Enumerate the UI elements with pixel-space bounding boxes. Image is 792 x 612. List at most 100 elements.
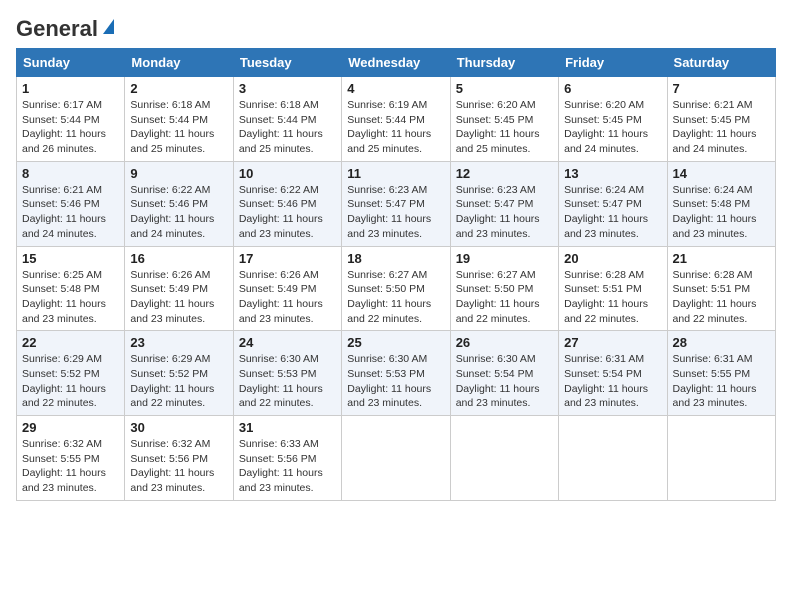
day-number: 24 bbox=[239, 335, 336, 350]
calendar-day-cell: 26 Sunrise: 6:30 AM Sunset: 5:54 PM Dayl… bbox=[450, 331, 558, 416]
calendar-day-cell: 13 Sunrise: 6:24 AM Sunset: 5:47 PM Dayl… bbox=[559, 161, 667, 246]
day-number: 18 bbox=[347, 251, 444, 266]
calendar-day-cell: 30 Sunrise: 6:32 AM Sunset: 5:56 PM Dayl… bbox=[125, 416, 233, 501]
calendar-day-cell: 12 Sunrise: 6:23 AM Sunset: 5:47 PM Dayl… bbox=[450, 161, 558, 246]
calendar-day-cell: 27 Sunrise: 6:31 AM Sunset: 5:54 PM Dayl… bbox=[559, 331, 667, 416]
calendar-day-cell: 18 Sunrise: 6:27 AM Sunset: 5:50 PM Dayl… bbox=[342, 246, 450, 331]
calendar-week-row: 15 Sunrise: 6:25 AM Sunset: 5:48 PM Dayl… bbox=[17, 246, 776, 331]
day-info: Sunrise: 6:17 AM Sunset: 5:44 PM Dayligh… bbox=[22, 98, 119, 157]
day-info: Sunrise: 6:22 AM Sunset: 5:46 PM Dayligh… bbox=[130, 183, 227, 242]
calendar-day-header: Tuesday bbox=[233, 49, 341, 77]
calendar-day-cell: 4 Sunrise: 6:19 AM Sunset: 5:44 PM Dayli… bbox=[342, 77, 450, 162]
calendar-day-cell: 14 Sunrise: 6:24 AM Sunset: 5:48 PM Dayl… bbox=[667, 161, 775, 246]
calendar-day-cell: 7 Sunrise: 6:21 AM Sunset: 5:45 PM Dayli… bbox=[667, 77, 775, 162]
day-info: Sunrise: 6:20 AM Sunset: 5:45 PM Dayligh… bbox=[564, 98, 661, 157]
calendar-day-cell: 31 Sunrise: 6:33 AM Sunset: 5:56 PM Dayl… bbox=[233, 416, 341, 501]
day-number: 15 bbox=[22, 251, 119, 266]
day-info: Sunrise: 6:30 AM Sunset: 5:53 PM Dayligh… bbox=[347, 352, 444, 411]
day-number: 9 bbox=[130, 166, 227, 181]
day-info: Sunrise: 6:26 AM Sunset: 5:49 PM Dayligh… bbox=[239, 268, 336, 327]
calendar-week-row: 8 Sunrise: 6:21 AM Sunset: 5:46 PM Dayli… bbox=[17, 161, 776, 246]
day-info: Sunrise: 6:18 AM Sunset: 5:44 PM Dayligh… bbox=[130, 98, 227, 157]
day-number: 4 bbox=[347, 81, 444, 96]
calendar-day-cell: 5 Sunrise: 6:20 AM Sunset: 5:45 PM Dayli… bbox=[450, 77, 558, 162]
day-info: Sunrise: 6:32 AM Sunset: 5:56 PM Dayligh… bbox=[130, 437, 227, 496]
day-info: Sunrise: 6:27 AM Sunset: 5:50 PM Dayligh… bbox=[456, 268, 553, 327]
calendar-body: 1 Sunrise: 6:17 AM Sunset: 5:44 PM Dayli… bbox=[17, 77, 776, 501]
calendar-day-cell: 16 Sunrise: 6:26 AM Sunset: 5:49 PM Dayl… bbox=[125, 246, 233, 331]
calendar-day-cell: 9 Sunrise: 6:22 AM Sunset: 5:46 PM Dayli… bbox=[125, 161, 233, 246]
calendar-day-header: Thursday bbox=[450, 49, 558, 77]
day-info: Sunrise: 6:32 AM Sunset: 5:55 PM Dayligh… bbox=[22, 437, 119, 496]
day-number: 26 bbox=[456, 335, 553, 350]
day-number: 8 bbox=[22, 166, 119, 181]
day-info: Sunrise: 6:24 AM Sunset: 5:48 PM Dayligh… bbox=[673, 183, 770, 242]
day-number: 6 bbox=[564, 81, 661, 96]
day-number: 13 bbox=[564, 166, 661, 181]
day-info: Sunrise: 6:25 AM Sunset: 5:48 PM Dayligh… bbox=[22, 268, 119, 327]
calendar-day-cell: 20 Sunrise: 6:28 AM Sunset: 5:51 PM Dayl… bbox=[559, 246, 667, 331]
day-info: Sunrise: 6:18 AM Sunset: 5:44 PM Dayligh… bbox=[239, 98, 336, 157]
day-number: 12 bbox=[456, 166, 553, 181]
day-info: Sunrise: 6:19 AM Sunset: 5:44 PM Dayligh… bbox=[347, 98, 444, 157]
calendar-day-cell: 23 Sunrise: 6:29 AM Sunset: 5:52 PM Dayl… bbox=[125, 331, 233, 416]
calendar-week-row: 29 Sunrise: 6:32 AM Sunset: 5:55 PM Dayl… bbox=[17, 416, 776, 501]
day-info: Sunrise: 6:30 AM Sunset: 5:53 PM Dayligh… bbox=[239, 352, 336, 411]
calendar-day-cell: 1 Sunrise: 6:17 AM Sunset: 5:44 PM Dayli… bbox=[17, 77, 125, 162]
calendar-day-cell: 3 Sunrise: 6:18 AM Sunset: 5:44 PM Dayli… bbox=[233, 77, 341, 162]
calendar-day-header: Wednesday bbox=[342, 49, 450, 77]
calendar-day-cell bbox=[342, 416, 450, 501]
day-info: Sunrise: 6:31 AM Sunset: 5:55 PM Dayligh… bbox=[673, 352, 770, 411]
day-number: 11 bbox=[347, 166, 444, 181]
day-number: 5 bbox=[456, 81, 553, 96]
day-number: 25 bbox=[347, 335, 444, 350]
calendar-day-cell bbox=[450, 416, 558, 501]
calendar-day-cell: 25 Sunrise: 6:30 AM Sunset: 5:53 PM Dayl… bbox=[342, 331, 450, 416]
day-number: 19 bbox=[456, 251, 553, 266]
day-number: 31 bbox=[239, 420, 336, 435]
calendar-day-header: Monday bbox=[125, 49, 233, 77]
day-info: Sunrise: 6:20 AM Sunset: 5:45 PM Dayligh… bbox=[456, 98, 553, 157]
calendar-week-row: 22 Sunrise: 6:29 AM Sunset: 5:52 PM Dayl… bbox=[17, 331, 776, 416]
day-info: Sunrise: 6:33 AM Sunset: 5:56 PM Dayligh… bbox=[239, 437, 336, 496]
calendar-day-cell: 11 Sunrise: 6:23 AM Sunset: 5:47 PM Dayl… bbox=[342, 161, 450, 246]
calendar-day-cell: 17 Sunrise: 6:26 AM Sunset: 5:49 PM Dayl… bbox=[233, 246, 341, 331]
calendar-day-cell bbox=[559, 416, 667, 501]
day-info: Sunrise: 6:29 AM Sunset: 5:52 PM Dayligh… bbox=[130, 352, 227, 411]
calendar-day-header: Friday bbox=[559, 49, 667, 77]
calendar-day-cell: 15 Sunrise: 6:25 AM Sunset: 5:48 PM Dayl… bbox=[17, 246, 125, 331]
calendar-day-cell: 2 Sunrise: 6:18 AM Sunset: 5:44 PM Dayli… bbox=[125, 77, 233, 162]
day-number: 10 bbox=[239, 166, 336, 181]
day-info: Sunrise: 6:23 AM Sunset: 5:47 PM Dayligh… bbox=[347, 183, 444, 242]
day-number: 3 bbox=[239, 81, 336, 96]
logo: General bbox=[16, 16, 114, 38]
calendar-day-cell: 8 Sunrise: 6:21 AM Sunset: 5:46 PM Dayli… bbox=[17, 161, 125, 246]
day-info: Sunrise: 6:22 AM Sunset: 5:46 PM Dayligh… bbox=[239, 183, 336, 242]
day-info: Sunrise: 6:24 AM Sunset: 5:47 PM Dayligh… bbox=[564, 183, 661, 242]
day-number: 30 bbox=[130, 420, 227, 435]
calendar-day-cell bbox=[667, 416, 775, 501]
day-number: 1 bbox=[22, 81, 119, 96]
calendar-day-cell: 19 Sunrise: 6:27 AM Sunset: 5:50 PM Dayl… bbox=[450, 246, 558, 331]
calendar-day-cell: 24 Sunrise: 6:30 AM Sunset: 5:53 PM Dayl… bbox=[233, 331, 341, 416]
day-number: 14 bbox=[673, 166, 770, 181]
calendar-day-header: Saturday bbox=[667, 49, 775, 77]
day-info: Sunrise: 6:29 AM Sunset: 5:52 PM Dayligh… bbox=[22, 352, 119, 411]
calendar-day-cell: 28 Sunrise: 6:31 AM Sunset: 5:55 PM Dayl… bbox=[667, 331, 775, 416]
day-number: 20 bbox=[564, 251, 661, 266]
day-info: Sunrise: 6:31 AM Sunset: 5:54 PM Dayligh… bbox=[564, 352, 661, 411]
calendar-table: SundayMondayTuesdayWednesdayThursdayFrid… bbox=[16, 48, 776, 501]
day-number: 21 bbox=[673, 251, 770, 266]
day-number: 29 bbox=[22, 420, 119, 435]
day-info: Sunrise: 6:26 AM Sunset: 5:49 PM Dayligh… bbox=[130, 268, 227, 327]
logo-triangle-icon bbox=[103, 19, 114, 34]
day-info: Sunrise: 6:28 AM Sunset: 5:51 PM Dayligh… bbox=[673, 268, 770, 327]
day-number: 16 bbox=[130, 251, 227, 266]
calendar-day-cell: 10 Sunrise: 6:22 AM Sunset: 5:46 PM Dayl… bbox=[233, 161, 341, 246]
day-info: Sunrise: 6:27 AM Sunset: 5:50 PM Dayligh… bbox=[347, 268, 444, 327]
day-number: 28 bbox=[673, 335, 770, 350]
day-number: 27 bbox=[564, 335, 661, 350]
day-number: 23 bbox=[130, 335, 227, 350]
calendar-header-row: SundayMondayTuesdayWednesdayThursdayFrid… bbox=[17, 49, 776, 77]
day-number: 17 bbox=[239, 251, 336, 266]
